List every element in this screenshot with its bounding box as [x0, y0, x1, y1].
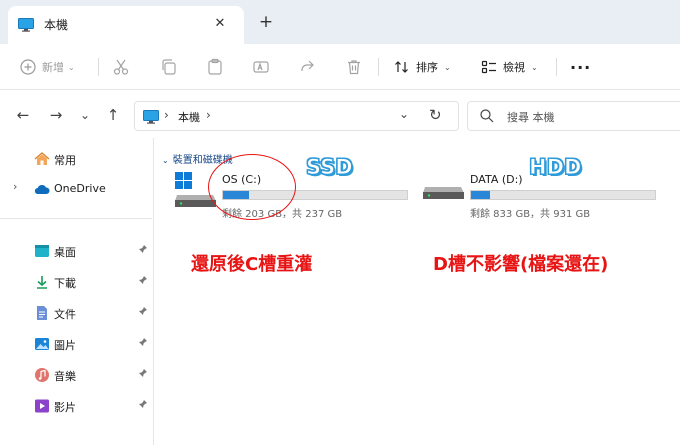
sidebar-item-label: OneDrive — [54, 182, 106, 195]
tab-this-pc[interactable]: 本機 ✕ — [8, 6, 244, 44]
drive-name: DATA (D:) — [470, 173, 523, 186]
view-label: 檢視 — [503, 61, 525, 74]
paste-button[interactable] — [206, 54, 224, 80]
up-button[interactable]: ↑ — [102, 104, 124, 126]
pin-icon[interactable] — [138, 337, 148, 350]
sidebar-divider — [0, 218, 152, 219]
sort-icon — [394, 59, 410, 75]
close-tab-icon[interactable]: ✕ — [210, 14, 230, 34]
annotation-circle — [208, 154, 296, 220]
rename-button[interactable] — [252, 54, 270, 80]
monitor-icon — [18, 18, 34, 32]
sidebar-item-music[interactable]: 音樂 — [0, 362, 152, 388]
sidebar-item-documents[interactable]: 文件 — [0, 300, 152, 326]
view-icon — [481, 59, 497, 75]
download-icon — [34, 274, 50, 290]
cut-button[interactable] — [112, 54, 130, 80]
pin-icon[interactable] — [138, 368, 148, 381]
music-icon — [34, 367, 50, 383]
sidebar-item-label: 音樂 — [54, 370, 76, 383]
breadcrumb-this-pc[interactable]: 本機 — [178, 109, 200, 125]
scissors-icon — [112, 58, 130, 76]
divider — [556, 58, 557, 76]
chevron-down-icon: ⌄ — [444, 62, 451, 72]
chevron-down-icon: ⌄ — [68, 62, 75, 72]
new-label: 新增 — [42, 61, 64, 74]
plus-circle-icon — [20, 59, 36, 75]
view-button[interactable]: 檢視 ⌄ — [481, 54, 538, 80]
tab-title: 本機 — [44, 18, 69, 32]
breadcrumb-separator[interactable]: › — [164, 108, 169, 122]
divider — [378, 58, 379, 76]
back-button[interactable]: ← — [12, 104, 34, 126]
share-icon — [298, 58, 316, 76]
copy-icon — [160, 58, 178, 76]
pin-icon[interactable] — [138, 244, 148, 257]
annotation-d-drive-note: D槽不影響(檔案還在) — [433, 254, 609, 275]
new-tab-button[interactable]: + — [256, 12, 276, 32]
trash-icon — [345, 58, 363, 76]
desktop-icon — [34, 243, 50, 259]
more-options-button[interactable]: ··· — [570, 54, 591, 80]
sidebar-item-label: 影片 — [54, 401, 76, 414]
tab-bar: 本機 ✕ + — [0, 0, 680, 44]
address-history-icon[interactable]: ⌄ — [399, 107, 409, 121]
chevron-right-icon[interactable]: › — [13, 180, 17, 193]
chevron-down-icon: ⌄ — [162, 156, 169, 165]
monitor-icon — [143, 110, 159, 127]
annotation-hdd: HDD — [528, 155, 582, 180]
search-placeholder: 搜尋 本機 — [507, 111, 555, 124]
sidebar-item-onedrive[interactable]: › OneDrive — [0, 176, 152, 202]
share-button[interactable] — [298, 54, 316, 80]
sidebar-item-label: 桌面 — [54, 246, 76, 259]
sidebar-item-downloads[interactable]: 下載 — [0, 269, 152, 295]
home-icon — [34, 151, 50, 167]
sidebar-item-home[interactable]: 常用 — [0, 146, 152, 172]
videos-icon — [34, 398, 50, 414]
forward-button[interactable]: → — [45, 104, 67, 126]
refresh-icon[interactable]: ↻ — [429, 106, 442, 124]
pin-icon[interactable] — [138, 306, 148, 319]
pin-icon[interactable] — [138, 275, 148, 288]
capacity-bar — [470, 190, 656, 200]
navigation-pane: 常用 › OneDrive 桌面 下載 文件 圖片 音樂 影片 — [0, 138, 154, 445]
annotation-ssd: SSD — [306, 155, 354, 180]
cloud-icon — [34, 181, 50, 197]
drive-free-space: 剩餘 833 GB，共 931 GB — [470, 209, 591, 220]
delete-button[interactable] — [345, 54, 363, 80]
sidebar-item-label: 常用 — [54, 154, 76, 167]
pin-icon[interactable] — [138, 399, 148, 412]
sidebar-item-label: 文件 — [54, 308, 76, 321]
recent-locations-button[interactable]: ⌄ — [74, 104, 96, 126]
sidebar-item-videos[interactable]: 影片 — [0, 393, 152, 419]
breadcrumb-separator[interactable]: › — [206, 108, 211, 122]
pictures-icon — [34, 336, 50, 352]
address-bar[interactable]: › 本機 › ⌄ ↻ — [134, 101, 459, 131]
sidebar-item-label: 圖片 — [54, 339, 76, 352]
sidebar-item-desktop[interactable]: 桌面 — [0, 238, 152, 264]
sort-label: 排序 — [416, 61, 438, 74]
clipboard-icon — [206, 58, 224, 76]
command-bar: 新增 ⌄ 排序 ⌄ 檢視 ⌄ ··· — [0, 44, 680, 90]
document-icon — [34, 305, 50, 321]
copy-button[interactable] — [160, 54, 178, 80]
sidebar-item-label: 下載 — [54, 277, 76, 290]
sidebar-item-pictures[interactable]: 圖片 — [0, 331, 152, 357]
search-box[interactable]: 搜尋 本機 — [467, 101, 680, 131]
search-icon — [480, 109, 494, 126]
annotation-c-drive-note: 還原後C槽重灌 — [191, 254, 313, 275]
hard-drive-icon — [422, 170, 466, 213]
sort-button[interactable]: 排序 ⌄ — [394, 54, 451, 80]
new-button[interactable]: 新增 ⌄ — [20, 54, 75, 80]
chevron-down-icon: ⌄ — [531, 62, 538, 72]
capacity-fill — [471, 191, 491, 199]
divider — [98, 58, 99, 76]
rename-icon — [252, 58, 270, 76]
